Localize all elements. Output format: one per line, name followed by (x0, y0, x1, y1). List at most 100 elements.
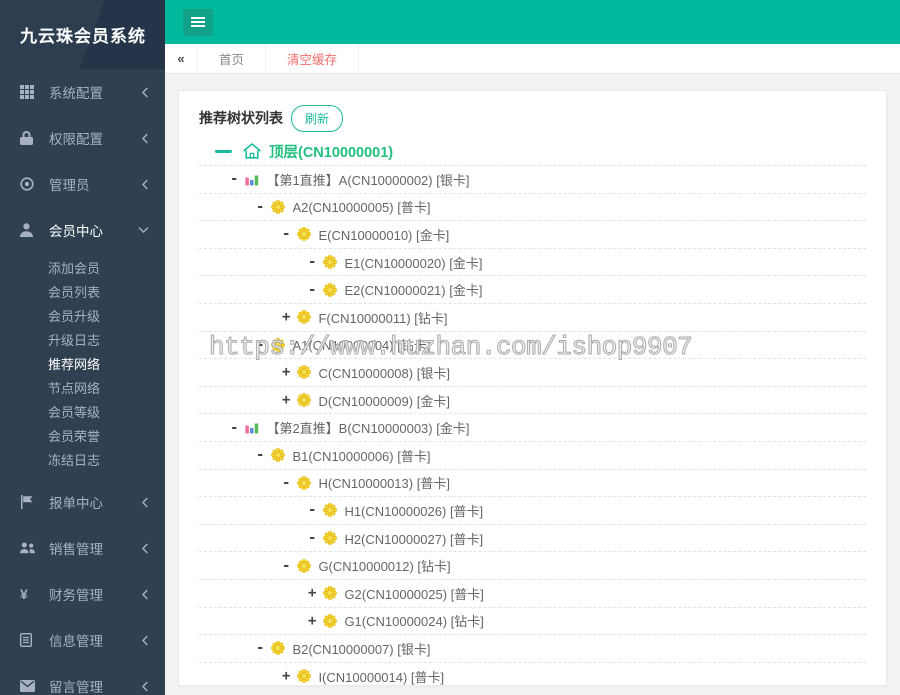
tree-node-CN10000025[interactable]: + G2(CN10000025) [普卡] (199, 580, 866, 608)
flower-icon (271, 448, 286, 463)
sidebar-item-order-center[interactable]: 报单中心 (0, 479, 165, 525)
expand-toggle[interactable]: + (282, 392, 290, 408)
tree-node-CN10000024[interactable]: + G1(CN10000024) [钻卡] (199, 608, 866, 636)
expand-toggle[interactable]: - (308, 530, 316, 546)
sidebar-subitem-member-list[interactable]: 会员列表 (0, 281, 165, 305)
sidebar-item-system-config[interactable]: 系统配置 (0, 69, 165, 115)
sidebar: 九云珠会员系统 系统配置 权限配置 管理员 会员中心 添加会员 会员列表 会员升级升… (0, 0, 165, 695)
tree-node-CN10000027[interactable]: - H2(CN10000027) [普卡] (199, 525, 866, 553)
flower-icon (323, 586, 338, 601)
sidebar-item-finance-manage[interactable]: ¥ 财务管理 (0, 571, 165, 617)
chevron-left-icon (141, 589, 149, 600)
sidebar-item-permission-config[interactable]: 权限配置 (0, 115, 165, 161)
expand-toggle[interactable]: - (282, 226, 290, 242)
refresh-button[interactable]: 刷新 (291, 104, 344, 132)
grid-icon (20, 85, 42, 99)
tree-node-CN10000005[interactable]: - A2(CN10000005) [普卡] (199, 194, 866, 222)
tree-node-CN10000009[interactable]: + D(CN10000009) [金卡] (199, 387, 866, 415)
expand-toggle[interactable]: - (308, 254, 316, 270)
sidebar-item-administrator[interactable]: 管理员 (0, 161, 165, 207)
flower-icon (323, 531, 338, 545)
menu-toggle-button[interactable] (183, 8, 213, 36)
sidebar-subitem-add-member[interactable]: 添加会员 (0, 257, 165, 281)
flower-icon (323, 282, 338, 297)
tree-node-CN10000013[interactable]: - H(CN10000013) [普卡] (199, 470, 866, 498)
expand-toggle[interactable]: - (256, 640, 264, 656)
tree-node-CN10000003[interactable]: - 【第2直推】B(CN10000003) [金卡] (199, 414, 866, 442)
lock-icon (20, 131, 42, 145)
tree-node-CN10000010[interactable]: - E(CN10000010) [金卡] (199, 221, 866, 249)
expand-toggle[interactable]: - (230, 171, 238, 187)
content-area: 推荐树状列表 刷新 顶层(CN10000001) - 【第1直推】A(CN100… (165, 74, 900, 695)
sidebar-subitem-member-honor[interactable]: 会员荣誉 (0, 425, 165, 449)
sidebar-item-sales-manage[interactable]: 销售管理 (0, 525, 165, 571)
sidebar-subitem-freeze-log[interactable]: 冻结日志 (0, 449, 165, 473)
expand-toggle[interactable]: + (282, 364, 290, 380)
chevron-left-icon (141, 635, 149, 646)
expand-toggle[interactable]: - (282, 558, 290, 574)
sidebar-subitem-upgrade-log[interactable]: 升级日志 (0, 329, 165, 353)
expand-toggle[interactable]: - (230, 420, 238, 436)
target-icon (20, 177, 42, 191)
page-title: 推荐树状列表 (199, 110, 283, 126)
tree-node-CN10000014[interactable]: + I(CN10000014) [普卡] (199, 663, 866, 685)
sidebar-subitem-member-level[interactable]: 会员等级 (0, 401, 165, 425)
sidebar-subitem-referral-network[interactable]: 推荐网络 (0, 353, 165, 377)
expand-toggle[interactable]: + (282, 668, 290, 684)
expand-toggle[interactable]: + (308, 613, 316, 629)
collapse-tabs-icon[interactable]: « (165, 44, 197, 73)
tree-node-CN10000021[interactable]: - E2(CN10000021) [金卡] (199, 276, 866, 304)
flower-icon (297, 669, 312, 684)
expand-toggle[interactable]: - (256, 199, 264, 215)
tree-node-CN10000004[interactable]: - A1(CN10000004) [钻卡] (199, 332, 866, 360)
sidebar-item-message-manage[interactable]: 留言管理 (0, 663, 165, 695)
sidebar-subitem-member-upgrade[interactable]: 会员升级 (0, 305, 165, 329)
flower-icon (297, 365, 312, 380)
tree-node-CN10000012[interactable]: - G(CN10000012) [钻卡] (199, 552, 866, 580)
sidebar-submenu: 添加会员 会员列表 会员升级 升级日志 推荐网络 节点网络 会员等级 会员荣誉 冻结日志 (0, 253, 165, 479)
expand-toggle[interactable]: - (256, 337, 264, 353)
chevron-left-icon (141, 681, 149, 692)
chevron-left-icon (141, 543, 149, 554)
expand-toggle[interactable]: + (308, 585, 316, 601)
flower-icon (297, 558, 312, 573)
flower-icon (297, 310, 312, 325)
tree-node-CN10000002[interactable]: - 【第1直推】A(CN10000002) [银卡] (199, 166, 866, 194)
expand-toggle[interactable]: - (282, 475, 290, 491)
flower-icon (297, 227, 312, 242)
tree-node-CN10000001[interactable]: 顶层(CN10000001) (199, 137, 866, 166)
sidebar-nav: 系统配置 权限配置 管理员 会员中心 添加会员 会员列表 会员升级 升级日志 推荐网络节… (0, 69, 165, 695)
expand-toggle[interactable]: - (308, 282, 316, 298)
tree-node-CN10000011[interactable]: + F(CN10000011) [钻卡] (199, 304, 866, 332)
expand-toggle[interactable]: - (308, 502, 316, 518)
tree-node-CN10000006[interactable]: - B1(CN10000006) [普卡] (199, 442, 866, 470)
flower-icon (297, 393, 312, 407)
sidebar-item-info-manage[interactable]: 信息管理 (0, 617, 165, 663)
mail-icon (20, 680, 42, 692)
tree-node-CN10000007[interactable]: - B2(CN10000007) [银卡] (199, 635, 866, 663)
tab-clear-cache[interactable]: 清空缓存 (265, 44, 360, 73)
sidebar-subitem-node-network[interactable]: 节点网络 (0, 377, 165, 401)
expand-toggle[interactable]: + (282, 309, 290, 325)
tree-node-CN10000020[interactable]: - E1(CN10000020) [金卡] (199, 249, 866, 277)
flower-icon (323, 613, 338, 628)
flower-icon (271, 199, 286, 214)
chevron-down-icon (138, 226, 149, 234)
chevron-left-icon (141, 497, 149, 508)
main-area: « 首页 清空缓存 推荐树状列表 刷新 顶层(CN10000001) - 【第1… (165, 0, 900, 695)
tab-home[interactable]: 首页 (197, 44, 265, 73)
users-icon (20, 541, 42, 555)
home-icon (242, 142, 262, 160)
flower-icon (271, 641, 286, 656)
sidebar-item-member-center[interactable]: 会员中心 (0, 207, 165, 253)
root-dash[interactable] (215, 149, 232, 153)
tree-node-CN10000008[interactable]: + C(CN10000008) [银卡] (199, 359, 866, 387)
card-header: 推荐树状列表 刷新 (199, 104, 866, 132)
flower-icon (297, 475, 312, 490)
tree-node-CN10000026[interactable]: - H1(CN10000026) [普卡] (199, 497, 866, 525)
chart-icon (245, 421, 259, 434)
member-tree: 顶层(CN10000001) - 【第1直推】A(CN10000002) [银卡… (199, 137, 866, 685)
expand-toggle[interactable]: - (256, 447, 264, 463)
tree-card: 推荐树状列表 刷新 顶层(CN10000001) - 【第1直推】A(CN100… (178, 90, 887, 686)
chevron-left-icon (141, 133, 149, 144)
